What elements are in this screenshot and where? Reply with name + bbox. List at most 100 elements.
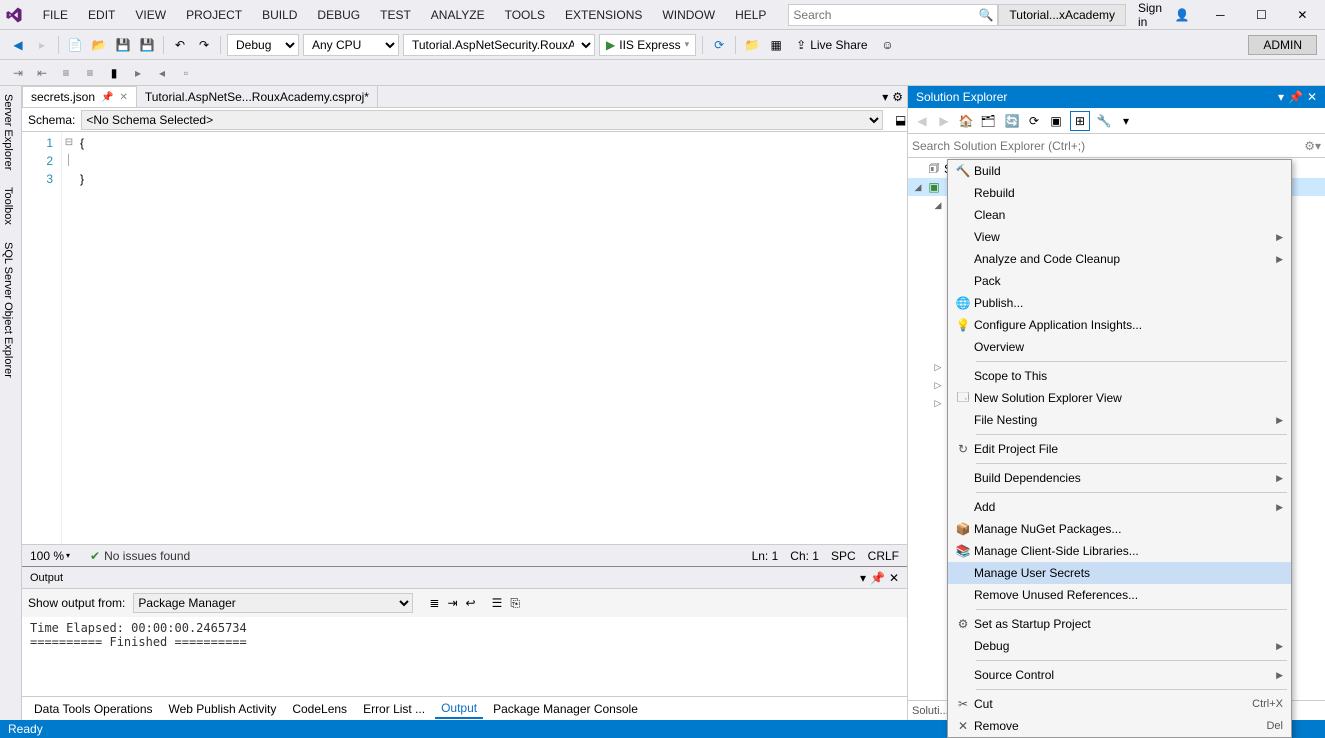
se-pin-icon[interactable]: 📌 bbox=[1288, 90, 1303, 104]
sign-in-button[interactable]: Sign in 👤 bbox=[1130, 1, 1198, 29]
ctx-file-nesting[interactable]: File Nesting▶ bbox=[948, 409, 1291, 431]
browser-link-icon[interactable]: ⟳ bbox=[709, 35, 729, 55]
se-back-icon[interactable]: ◀ bbox=[912, 111, 932, 131]
output-close-icon[interactable]: ✕ bbox=[889, 571, 899, 585]
se-search-settings-icon[interactable]: ⚙▾ bbox=[1304, 139, 1321, 153]
ctx-build[interactable]: 🔨Build bbox=[948, 160, 1291, 182]
config-dropdown[interactable]: Debug bbox=[227, 34, 299, 56]
folder-icon[interactable]: 📁 bbox=[742, 35, 762, 55]
output-dropdown-icon[interactable]: ▾ bbox=[860, 571, 866, 585]
ctx-manage-client-side-libraries[interactable]: 📚Manage Client-Side Libraries... bbox=[948, 540, 1291, 562]
project-indicator[interactable]: Tutorial...xAcademy bbox=[998, 4, 1126, 26]
rail-toolbox[interactable]: Toolbox bbox=[0, 179, 21, 234]
ctx-publish[interactable]: 🌐Publish... bbox=[948, 292, 1291, 314]
ctx-add[interactable]: Add▶ bbox=[948, 496, 1291, 518]
output-text[interactable]: Time Elapsed: 00:00:00.2465734 =========… bbox=[22, 617, 907, 696]
startup-dropdown[interactable]: Tutorial.AspNetSecurity.RouxAcad... bbox=[403, 34, 595, 56]
bottom-tab-error-list-[interactable]: Error List ... bbox=[357, 700, 431, 718]
ctx-edit-project-file[interactable]: ↻Edit Project File bbox=[948, 438, 1291, 460]
output-pin-icon[interactable]: 📌 bbox=[870, 571, 885, 585]
se-sync-icon[interactable]: 🔄 bbox=[1002, 111, 1022, 131]
titlebar-search[interactable]: 🔍 bbox=[788, 4, 998, 26]
ctx-analyze-and-code-cleanup[interactable]: Analyze and Code Cleanup▶ bbox=[948, 248, 1291, 270]
ctx-set-as-startup-project[interactable]: ⚙Set as Startup Project bbox=[948, 613, 1291, 635]
tab-dropdown-icon[interactable]: ▾ bbox=[882, 90, 888, 104]
menu-analyze[interactable]: ANALYZE bbox=[421, 0, 495, 29]
ctx-manage-user-secrets[interactable]: Manage User Secrets bbox=[948, 562, 1291, 584]
bottom-tab-web-publish-activity[interactable]: Web Publish Activity bbox=[163, 700, 283, 718]
ctx-scope-to-this[interactable]: Scope to This bbox=[948, 365, 1291, 387]
se-fwd-icon[interactable]: ▶ bbox=[934, 111, 954, 131]
fold-column[interactable]: ⊟│ bbox=[62, 132, 76, 544]
comment-icon[interactable]: ≡ bbox=[56, 63, 76, 83]
ctx-clean[interactable]: Clean bbox=[948, 204, 1291, 226]
output-wrap-icon[interactable]: ↩ bbox=[466, 596, 476, 610]
ctx-manage-nuget-packages[interactable]: 📦Manage NuGet Packages... bbox=[948, 518, 1291, 540]
ctx-debug[interactable]: Debug▶ bbox=[948, 635, 1291, 657]
ctx-pack[interactable]: Pack bbox=[948, 270, 1291, 292]
bottom-tab-codelens[interactable]: CodeLens bbox=[286, 700, 353, 718]
code-content[interactable]: {} bbox=[76, 132, 907, 544]
se-showall-icon[interactable]: ⊞ bbox=[1070, 111, 1090, 131]
se-properties-icon[interactable]: 🔧 bbox=[1094, 111, 1114, 131]
menu-build[interactable]: BUILD bbox=[252, 0, 307, 29]
ctx-overview[interactable]: Overview bbox=[948, 336, 1291, 358]
new-project-icon[interactable]: 📄 bbox=[65, 35, 85, 55]
se-collapse-icon[interactable]: ▣ bbox=[1046, 111, 1066, 131]
menu-window[interactable]: WINDOW bbox=[652, 0, 725, 29]
nav-fwd-icon[interactable]: ▸ bbox=[32, 35, 52, 55]
ctx-new-solution-explorer-view[interactable]: 🗔New Solution Explorer View bbox=[948, 387, 1291, 409]
bottom-tab-data-tools-operations[interactable]: Data Tools Operations bbox=[28, 700, 159, 718]
maximize-button[interactable]: ☐ bbox=[1243, 1, 1280, 29]
output-from-dropdown[interactable]: Package Manager bbox=[133, 593, 413, 613]
bottom-tab-output[interactable]: Output bbox=[435, 699, 483, 719]
ctx-remove-unused-references[interactable]: Remove Unused References... bbox=[948, 584, 1291, 606]
output-list-icon[interactable]: ☰ bbox=[492, 596, 503, 610]
menu-edit[interactable]: EDIT bbox=[78, 0, 125, 29]
search-input[interactable] bbox=[793, 8, 978, 22]
output-clear-icon[interactable]: ≣ bbox=[429, 596, 439, 610]
redo-icon[interactable]: ↷ bbox=[194, 35, 214, 55]
menu-extensions[interactable]: EXTENSIONS bbox=[555, 0, 652, 29]
output-goto-icon[interactable]: ⎘ bbox=[510, 596, 520, 611]
rail-server-explorer[interactable]: Server Explorer bbox=[0, 86, 21, 179]
menu-view[interactable]: VIEW bbox=[125, 0, 176, 29]
tab-gear-icon[interactable]: ⚙ bbox=[892, 90, 903, 104]
run-button[interactable]: ▶ IIS Express ▾ bbox=[599, 34, 696, 56]
bookmark-icon[interactable]: ▮ bbox=[104, 63, 124, 83]
menu-help[interactable]: HELP bbox=[725, 0, 776, 29]
ctx-cut[interactable]: ✂CutCtrl+X bbox=[948, 693, 1291, 715]
next-bookmark-icon[interactable]: ▸ bbox=[128, 63, 148, 83]
tab-csproj[interactable]: Tutorial.AspNetSe...RouxAcademy.csproj* bbox=[137, 86, 378, 107]
platform-dropdown[interactable]: Any CPU bbox=[303, 34, 399, 56]
menu-project[interactable]: PROJECT bbox=[176, 0, 252, 29]
save-all-icon[interactable]: 💾 bbox=[137, 35, 157, 55]
uncomment-icon[interactable]: ≡ bbox=[80, 63, 100, 83]
bottom-tab-package-manager-console[interactable]: Package Manager Console bbox=[487, 700, 644, 718]
se-search-input[interactable] bbox=[912, 139, 1304, 153]
undo-icon[interactable]: ↶ bbox=[170, 35, 190, 55]
minimize-button[interactable]: ─ bbox=[1202, 1, 1239, 29]
ctx-configure-application-insights[interactable]: 💡Configure Application Insights... bbox=[948, 314, 1291, 336]
se-switch-icon[interactable]: 🗂 bbox=[978, 111, 998, 131]
window-icon[interactable]: ▦ bbox=[766, 35, 786, 55]
indent-icon[interactable]: ⇥ bbox=[8, 63, 28, 83]
pin-icon[interactable]: 📌 bbox=[101, 92, 113, 103]
ctx-build-dependencies[interactable]: Build Dependencies▶ bbox=[948, 467, 1291, 489]
clear-bookmark-icon[interactable]: ▫ bbox=[176, 63, 196, 83]
save-icon[interactable]: 💾 bbox=[113, 35, 133, 55]
ctx-source-control[interactable]: Source Control▶ bbox=[948, 664, 1291, 686]
se-dropdown-icon[interactable]: ▾ bbox=[1278, 90, 1284, 104]
split-icon[interactable]: ⬓ bbox=[891, 113, 907, 127]
menu-debug[interactable]: DEBUG bbox=[307, 0, 370, 29]
close-button[interactable]: ✕ bbox=[1284, 1, 1321, 29]
ctx-rebuild[interactable]: Rebuild bbox=[948, 182, 1291, 204]
ctx-view[interactable]: View▶ bbox=[948, 226, 1291, 248]
se-refresh-icon[interactable]: ⟳ bbox=[1024, 111, 1044, 131]
code-editor[interactable]: 123 ⊟│ {} bbox=[22, 132, 907, 544]
menu-tools[interactable]: TOOLS bbox=[495, 0, 555, 29]
zoom-dropdown[interactable]: 100 %▾ bbox=[30, 549, 70, 563]
error-indicator[interactable]: ✔ No issues found bbox=[90, 549, 190, 563]
rail-sql-explorer[interactable]: SQL Server Object Explorer bbox=[0, 234, 21, 387]
se-close-icon[interactable]: ✕ bbox=[1307, 90, 1317, 104]
